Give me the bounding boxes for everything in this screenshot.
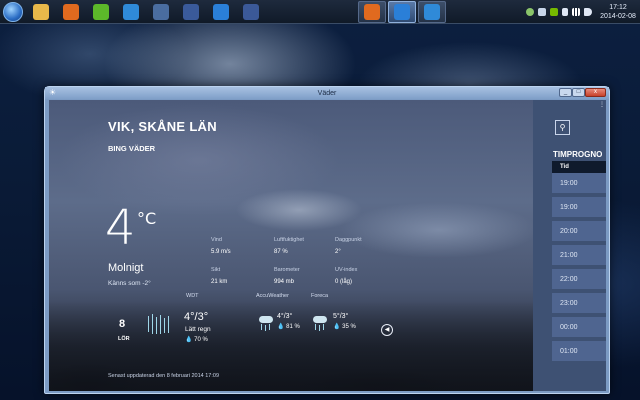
forecast-source-label: AccuWeather: [256, 293, 289, 299]
taskbar: 17:12 2014-02-08: [0, 0, 640, 24]
forecast-description: Lätt regn: [185, 326, 211, 333]
nvidia-icon[interactable]: [550, 8, 558, 16]
location-title: VIK, SKÅNE LÄN: [108, 119, 217, 134]
clock-time: 17:12: [609, 4, 627, 11]
forecast-temps: 4°/3°: [184, 311, 209, 323]
detail-label: Daggpunkt: [335, 237, 362, 243]
detail-value: 0 (låg): [335, 279, 353, 285]
hourly-row[interactable]: 00:00: [552, 317, 606, 339]
taskbar-firefox-button[interactable]: [57, 1, 85, 23]
hourly-row[interactable]: 22:00: [552, 269, 606, 291]
forecast-precip: 💧 35 %: [333, 324, 356, 330]
volume-icon[interactable]: [584, 8, 592, 16]
action-center-flag-icon[interactable]: [562, 8, 568, 16]
detail-label: UV-index: [335, 267, 358, 273]
forecast-prev-button[interactable]: ◀: [381, 324, 393, 336]
search-icon[interactable]: ⚲: [555, 120, 570, 135]
taskbar-utorrent-button[interactable]: [87, 1, 115, 23]
hourly-row[interactable]: 19:00: [552, 197, 606, 219]
temperature-unit[interactable]: °C: [137, 209, 156, 228]
sun-icon: ☀: [49, 88, 57, 97]
hourly-sidebar: ⋮ ⚲ TIMPROGNO Tid 19:00 19:00 20:00 21:0…: [533, 100, 606, 391]
hourly-column-header: Tid: [552, 161, 606, 173]
explorer-icon: [33, 3, 49, 20]
start-button[interactable]: [3, 1, 23, 22]
weather-window: ☀ Väder _ □ x VIK, SKÅNE LÄN BING VÄDER …: [44, 86, 610, 394]
taskbar-task-weather[interactable]: [388, 1, 416, 23]
minimize-button[interactable]: _: [559, 88, 572, 97]
detail-label: Barometer: [274, 267, 300, 273]
taskbar-facebook-button[interactable]: [237, 1, 265, 23]
forecast-source-label: Foreca: [311, 293, 329, 299]
hourly-row[interactable]: 20:00: [552, 221, 606, 243]
provider-label: BING VÄDER: [108, 144, 156, 153]
rain-cloud-icon: [145, 314, 173, 336]
facebook-icon: [243, 3, 259, 20]
remote-desktop-icon: [183, 3, 199, 20]
forecast-precip: 💧 70 %: [185, 337, 208, 343]
title-bar[interactable]: ☀ Väder _ □ x: [45, 87, 609, 99]
current-weather-panel: VIK, SKÅNE LÄN BING VÄDER 4 °C Molnigt K…: [49, 100, 533, 391]
taskbar-remote-desktop-button[interactable]: [177, 1, 205, 23]
detail-label: Sikt: [211, 267, 221, 273]
forecast-temps: 5°/3°: [333, 313, 349, 320]
hourly-row[interactable]: 19:00: [552, 173, 606, 195]
app-content: VIK, SKÅNE LÄN BING VÄDER 4 °C Molnigt K…: [49, 100, 606, 391]
forecast-day-name[interactable]: LÖR: [118, 336, 130, 342]
hourly-forecast-title: TIMPROGNO: [553, 150, 603, 159]
detail-value: 994 mb: [274, 279, 295, 285]
network-icon[interactable]: [526, 8, 534, 16]
clock-date: 2014-02-08: [600, 13, 636, 20]
close-button[interactable]: x: [585, 88, 606, 97]
taskbar-media-center-button[interactable]: [147, 1, 175, 23]
media-center-icon: [153, 3, 169, 20]
detail-value: 87 %: [274, 249, 288, 255]
utorrent-icon: [93, 3, 109, 20]
forecast-day-number[interactable]: 8: [119, 318, 125, 330]
internet-explorer-icon: [123, 3, 139, 20]
hourly-row[interactable]: 23:00: [552, 293, 606, 315]
firefox-icon: [364, 4, 380, 20]
taskbar-weather-button[interactable]: [207, 1, 235, 23]
taskbar-explorer-button[interactable]: [27, 1, 55, 23]
forecast-precip: 💧 81 %: [277, 324, 300, 330]
signal-icon[interactable]: [572, 8, 580, 16]
window-title: Väder: [317, 89, 337, 97]
detail-label: Vind: [211, 237, 222, 243]
taskbar-internet-explorer-button[interactable]: [117, 1, 145, 23]
forecast-source-label: WDT: [186, 293, 199, 299]
last-updated-text: Senast uppdaterad den 8 februari 2014 17…: [108, 373, 220, 379]
weather-icon: [394, 4, 410, 20]
condition-text: Molnigt: [108, 262, 144, 274]
clock[interactable]: 17:12 2014-02-08: [600, 3, 636, 21]
hourly-row[interactable]: 21:00: [552, 245, 606, 267]
maximize-button[interactable]: □: [572, 88, 585, 97]
detail-value: 21 km: [211, 279, 228, 285]
forecast-temps: 4°/3°: [277, 313, 293, 320]
more-options-icon[interactable]: ⋮: [599, 101, 605, 108]
feels-like-text: Känns som -2°: [108, 280, 151, 287]
current-temperature: 4: [105, 200, 136, 256]
display-icon[interactable]: [538, 8, 546, 16]
detail-value: 2°: [335, 249, 341, 255]
firefox-icon: [63, 3, 79, 20]
taskbar-task-firefox[interactable]: [358, 1, 386, 23]
weather-icon: [213, 3, 229, 20]
detail-value: 5.9 m/s: [211, 249, 231, 255]
system-tray: 17:12 2014-02-08: [524, 0, 640, 24]
internet-explorer-icon: [424, 4, 440, 20]
hourly-row[interactable]: 01:00: [552, 341, 606, 363]
taskbar-task-internet-explorer[interactable]: [418, 1, 446, 23]
detail-label: Luftfuktighet: [274, 237, 304, 243]
